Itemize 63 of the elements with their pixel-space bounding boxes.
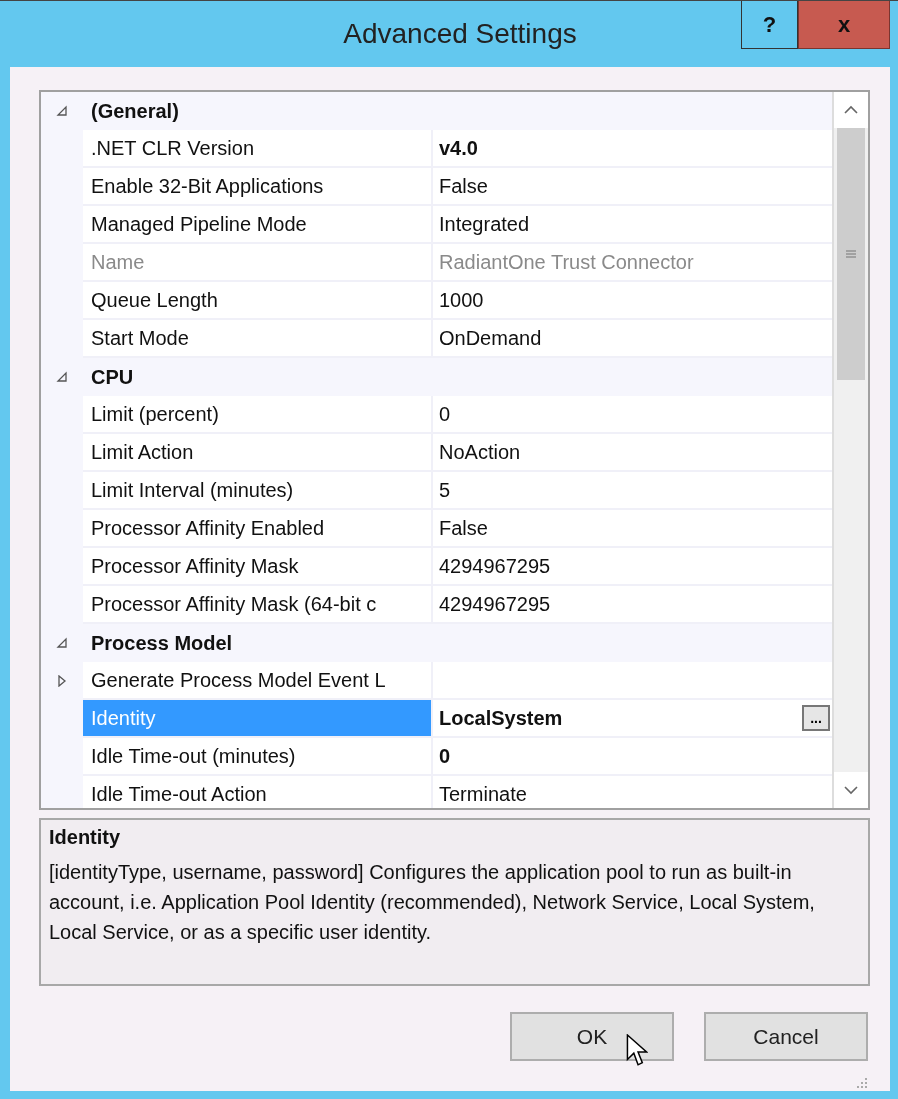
property-value[interactable]: v4.0 — [439, 136, 478, 160]
property-value[interactable]: False — [439, 516, 488, 540]
description-text: [identityType, username, password] Configures the application pool to run as built-in account, i.e. Application Pool Identity (recommended), Network Service, Local System, Local Service, or as a specific user identity. — [49, 860, 816, 945]
property-value[interactable]: OnDemand — [439, 326, 542, 350]
property-name[interactable]: Queue Length — [83, 282, 433, 318]
property-value[interactable]: 0 — [439, 402, 451, 426]
property-value[interactable]: Terminate — [439, 782, 527, 806]
property-row[interactable]: Limit Interval (minutes) 5 — [83, 472, 832, 510]
property-row[interactable]: Identity LocalSystem ... — [83, 700, 832, 738]
expand-icon[interactable] — [56, 675, 68, 687]
property-value[interactable]: Integrated — [439, 212, 530, 236]
collapse-icon[interactable] — [56, 371, 68, 383]
scrollbar[interactable] — [832, 92, 868, 808]
browse-button[interactable]: ... — [802, 705, 830, 731]
description-title: Identity — [49, 826, 122, 849]
property-value[interactable]: NoAction — [439, 440, 521, 464]
cursor-icon — [626, 1034, 648, 1068]
property-row[interactable]: Start Mode OnDemand — [83, 320, 832, 358]
scroll-thumb[interactable] — [837, 128, 865, 380]
collapse-icon[interactable] — [56, 105, 68, 117]
collapse-icon[interactable] — [56, 637, 68, 649]
property-value[interactable]: 5 — [439, 478, 451, 502]
property-row[interactable]: Limit (percent) 0 — [83, 396, 832, 434]
property-value[interactable]: 4294967295 — [439, 592, 551, 616]
property-name[interactable]: Idle Time-out Action — [83, 776, 433, 808]
property-row[interactable]: Enable 32-Bit Applications False — [83, 168, 832, 206]
property-value[interactable]: LocalSystem — [439, 706, 563, 730]
property-name[interactable]: Idle Time-out (minutes) — [83, 738, 433, 774]
ok-button[interactable]: OK — [510, 1012, 674, 1061]
property-value[interactable]: 1000 — [439, 288, 484, 312]
category-label: Process Model — [90, 630, 233, 656]
property-row[interactable]: Idle Time-out (minutes) 0 — [83, 738, 832, 776]
property-row[interactable]: Idle Time-out Action Terminate — [83, 776, 832, 808]
property-row[interactable]: Processor Affinity Mask (64-bit c 4294967295 — [83, 586, 832, 624]
close-button[interactable]: x — [798, 1, 890, 49]
property-name[interactable]: Generate Process Model Event L — [83, 662, 433, 698]
property-name[interactable]: Limit Interval (minutes) — [83, 472, 433, 508]
cancel-button[interactable]: Cancel — [704, 1012, 868, 1061]
property-name[interactable]: Start Mode — [83, 320, 433, 356]
property-row[interactable]: Processor Affinity Enabled False — [83, 510, 832, 548]
property-name[interactable]: Processor Affinity Mask (64-bit c — [83, 586, 433, 622]
property-name[interactable]: Limit Action — [83, 434, 433, 470]
grip-icon — [845, 249, 857, 259]
property-value[interactable]: False — [439, 174, 488, 198]
property-row[interactable]: Processor Affinity Mask 4294967295 — [83, 548, 832, 586]
property-row[interactable]: Managed Pipeline Mode Integrated — [83, 206, 832, 244]
property-name[interactable]: .NET CLR Version — [83, 130, 433, 166]
property-name[interactable]: Managed Pipeline Mode — [83, 206, 433, 242]
resize-grip-icon[interactable] — [856, 1077, 868, 1089]
property-row[interactable]: Limit Action NoAction — [83, 434, 832, 472]
property-name[interactable]: Processor Affinity Mask — [83, 548, 433, 584]
property-row[interactable]: .NET CLR Version v4.0 — [83, 130, 832, 168]
category-label: CPU — [90, 364, 134, 390]
property-name[interactable]: Processor Affinity Enabled — [83, 510, 433, 546]
category-label: (General) — [90, 98, 179, 124]
property-row[interactable]: Generate Process Model Event L — [83, 662, 832, 700]
property-name[interactable]: Enable 32-Bit Applications — [83, 168, 433, 204]
property-value[interactable]: 4294967295 — [439, 554, 551, 578]
help-button[interactable]: ? — [741, 1, 798, 49]
property-row[interactable]: Queue Length 1000 — [83, 282, 832, 320]
window-title: Advanced Settings — [343, 18, 577, 50]
property-name[interactable]: Limit (percent) — [83, 396, 433, 432]
property-value[interactable]: 0 — [439, 744, 451, 768]
